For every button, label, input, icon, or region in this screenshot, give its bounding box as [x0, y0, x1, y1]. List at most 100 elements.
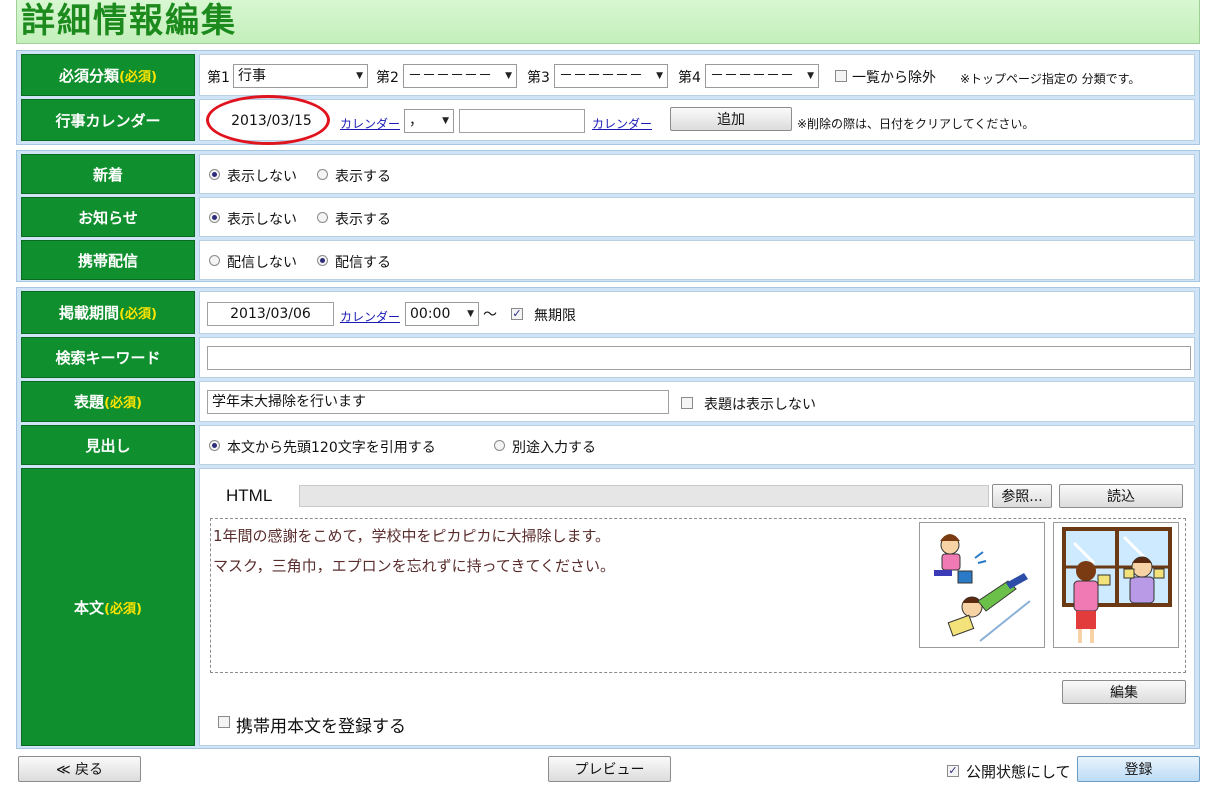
public-checkbox[interactable]: ✓ [947, 765, 959, 777]
mobile-off-radio[interactable] [209, 255, 220, 266]
body-label: 本文 (必須) [21, 468, 195, 746]
period-date-input[interactable]: 2013/03/06 [207, 302, 334, 326]
category-note: ※トップページ指定の 分類です。 [960, 72, 1141, 86]
load-button[interactable]: 読込 [1059, 484, 1183, 508]
row-body: 本文 (必須) HTML 参照... 読込 1年間の感謝をこめて，学校中をピカピカ… [21, 468, 1195, 746]
notice-cell: 表示しない 表示する [199, 197, 1195, 237]
event-calendar-label: 行事カレンダー [21, 99, 195, 141]
row-category: 必須分類 (必須) 第1 行事 ▼ 第2 －－－－－－ ▼ 第3 －－－－－－ ▼ 第4… [21, 54, 1195, 96]
heading-input[interactable]: 学年末大掃除を行います [207, 390, 669, 414]
mobile-body-checkbox[interactable] [218, 716, 230, 728]
new-arrival-cell: 表示しない 表示する [199, 154, 1195, 194]
category-2-prefix: 第2 [376, 70, 399, 86]
category-1-prefix: 第1 [207, 70, 230, 86]
notice-off-label: 表示しない [227, 212, 297, 228]
notice-on-label: 表示する [335, 212, 391, 228]
category-label: 必須分類 (必須) [21, 54, 195, 96]
body-line-1: 1年間の感謝をこめて，学校中をピカピカに大掃除します。 [213, 527, 610, 545]
mobile-off-label: 配信しない [227, 255, 297, 271]
chevron-down-icon: ▼ [442, 116, 449, 126]
page-title: 詳細情報編集 [21, 1, 237, 41]
summary-quote-radio[interactable] [209, 440, 220, 451]
row-period: 掲載期間 (必須) 2013/03/06 カレンダー 00:00 ▼ ～ ✓ 無期限 [21, 291, 1195, 334]
category-3-select[interactable]: －－－－－－ ▼ [554, 64, 668, 88]
mobile-body-label: 携帯用本文を登録する [236, 717, 406, 737]
chevron-down-icon: ▼ [656, 71, 663, 81]
browse-button[interactable]: 参照... [992, 484, 1052, 508]
unlimited-label: 無期限 [534, 308, 576, 324]
hide-heading-checkbox[interactable] [681, 397, 693, 409]
cleaning-window-image [1053, 522, 1179, 648]
category-cell: 第1 行事 ▼ 第2 －－－－－－ ▼ 第3 －－－－－－ ▼ 第4 －－－－－－ ▼ … [199, 54, 1195, 96]
mobile-on-radio[interactable] [317, 255, 328, 266]
add-date-button[interactable]: 追加 [670, 107, 792, 131]
period-time-select[interactable]: 00:00 ▼ [405, 302, 479, 326]
category-4-prefix: 第4 [678, 70, 701, 86]
summary-cell: 本文から先頭120文字を引用する 別途入力する [199, 425, 1195, 465]
event-calendar-cell: 2013/03/15 カレンダー ， ▼ カレンダー 追加 ※削除の際は、日付をク… [199, 95, 1195, 145]
row-new-arrival: 新着 表示しない 表示する [21, 154, 1195, 194]
body-editor[interactable]: 1年間の感謝をこめて，学校中をピカピカに大掃除します。 マスク，三角巾，エプロン… [210, 518, 1186, 673]
new-arrival-on-radio[interactable] [317, 169, 328, 180]
public-label: 公開状態にして [966, 763, 1071, 781]
new-arrival-off-label: 表示しない [227, 169, 297, 185]
summary-quote-label: 本文から先頭120文字を引用する [227, 440, 436, 456]
body-line-2: マスク，三角巾，エプロンを忘れずに持ってきてください。 [213, 557, 616, 575]
new-arrival-on-label: 表示する [335, 169, 391, 185]
mobile-label: 携帯配信 [21, 240, 195, 280]
title-bar: 詳細情報編集 [16, 0, 1200, 44]
category-4-select[interactable]: －－－－－－ ▼ [705, 64, 819, 88]
heading-cell: 学年末大掃除を行います 表題は表示しない [199, 381, 1195, 422]
exclude-list-label: 一覧から除外 [852, 70, 936, 86]
edit-button[interactable]: 編集 [1062, 680, 1186, 704]
category-1-select[interactable]: 行事 ▼ [233, 64, 368, 88]
block-classification: 必須分類 (必須) 第1 行事 ▼ 第2 －－－－－－ ▼ 第3 －－－－－－ ▼ 第4… [16, 50, 1200, 145]
summary-separate-label: 別途入力する [512, 440, 596, 456]
cleaning-floor-image [919, 522, 1045, 648]
exclude-list-checkbox[interactable] [835, 70, 847, 82]
keyword-input[interactable] [207, 346, 1191, 370]
event-calendar-note: ※削除の際は、日付をクリアしてください。 [797, 117, 1035, 131]
new-arrival-off-radio[interactable] [209, 169, 220, 180]
heading-label: 表題 (必須) [21, 381, 195, 422]
block-content: 掲載期間 (必須) 2013/03/06 カレンダー 00:00 ▼ ～ ✓ 無期限… [16, 287, 1200, 749]
period-tilde: ～ [483, 307, 497, 323]
row-mobile: 携帯配信 配信しない 配信する [21, 240, 1195, 280]
html-file-input[interactable] [299, 485, 989, 507]
preview-button[interactable]: プレビュー [548, 756, 671, 782]
hide-heading-label: 表題は表示しない [704, 397, 816, 413]
notice-off-radio[interactable] [209, 212, 220, 223]
keyword-cell [199, 337, 1195, 378]
highlight-ellipse [206, 95, 330, 145]
row-notice: お知らせ 表示しない 表示する [21, 197, 1195, 237]
event-calendar-link-2[interactable]: カレンダー [592, 115, 652, 132]
unlimited-checkbox[interactable]: ✓ [511, 308, 523, 320]
row-heading: 表題 (必須) 学年末大掃除を行います 表題は表示しない [21, 381, 1195, 422]
block-display: 新着 表示しない 表示する お知らせ 表示しない 表示する 携帯配信 配信しない… [16, 150, 1200, 282]
register-button[interactable]: 登録 [1077, 756, 1200, 782]
html-label: HTML [226, 486, 273, 505]
notice-on-radio[interactable] [317, 212, 328, 223]
notice-label: お知らせ [21, 197, 195, 237]
period-label: 掲載期間 (必須) [21, 291, 195, 334]
chevron-down-icon: ▼ [467, 309, 474, 319]
mobile-cell: 配信しない 配信する [199, 240, 1195, 280]
mobile-on-label: 配信する [335, 255, 391, 271]
summary-label: 見出し [21, 425, 195, 465]
period-cell: 2013/03/06 カレンダー 00:00 ▼ ～ ✓ 無期限 [199, 291, 1195, 334]
row-summary: 見出し 本文から先頭120文字を引用する 別途入力する [21, 425, 1195, 465]
chevron-down-icon: ▼ [807, 71, 814, 81]
category-2-select[interactable]: －－－－－－ ▼ [403, 64, 517, 88]
event-separator-select[interactable]: ， ▼ [404, 109, 454, 133]
event-calendar-link[interactable]: カレンダー [340, 115, 400, 132]
period-calendar-link[interactable]: カレンダー [340, 308, 400, 325]
back-button[interactable]: ≪ 戻る [18, 756, 141, 782]
chevron-down-icon: ▼ [505, 71, 512, 81]
row-event-calendar: 行事カレンダー 2013/03/15 カレンダー ， ▼ カレンダー 追加 ※削除… [21, 95, 1195, 145]
keyword-label: 検索キーワード [21, 337, 195, 378]
chevron-down-icon: ▼ [356, 71, 363, 81]
event-date2-input[interactable] [459, 109, 585, 133]
new-arrival-label: 新着 [21, 154, 195, 194]
summary-separate-radio[interactable] [494, 440, 505, 451]
row-keyword: 検索キーワード [21, 337, 1195, 378]
